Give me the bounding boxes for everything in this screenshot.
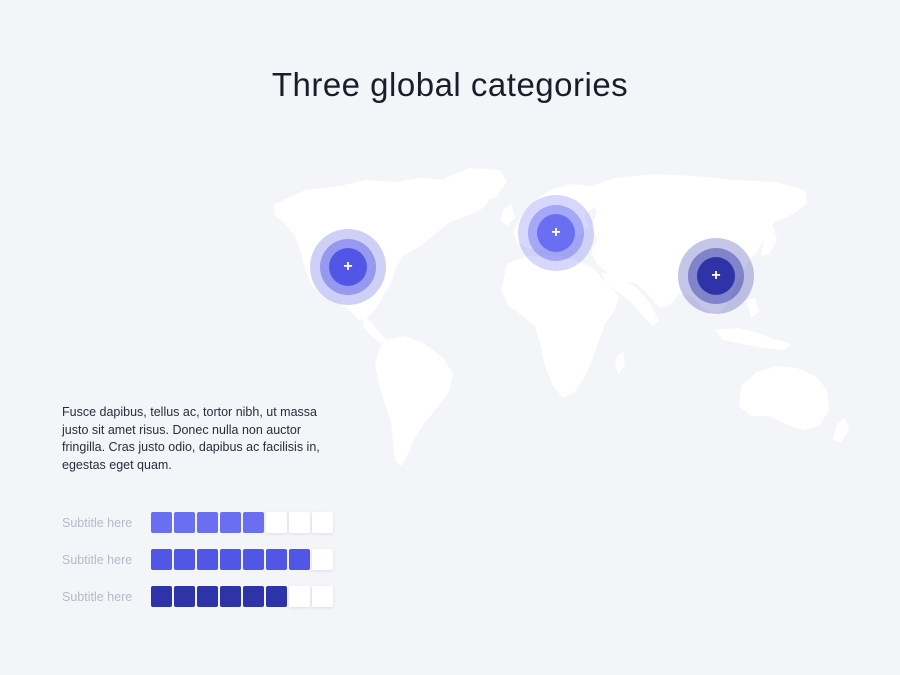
rating-cells xyxy=(151,512,333,533)
north-america-marker[interactable]: + xyxy=(310,229,386,305)
rating-cell-filled xyxy=(220,512,241,533)
rating-cell-filled xyxy=(220,549,241,570)
rating-cell-filled xyxy=(151,586,172,607)
rating-cell-empty xyxy=(312,512,333,533)
rating-cell-empty xyxy=(312,549,333,570)
rating-cell-filled xyxy=(174,512,195,533)
rating-row: Subtitle here xyxy=(62,511,333,534)
plus-icon: + xyxy=(697,257,735,295)
rating-cell-empty xyxy=(289,512,310,533)
madagascar-shape xyxy=(615,352,625,374)
australia-shape xyxy=(739,366,829,430)
south-america-shape xyxy=(375,336,453,466)
rating-cell-filled xyxy=(151,512,172,533)
row-label: Subtitle here xyxy=(62,589,133,604)
rating-cell-filled xyxy=(243,549,264,570)
plus-icon: + xyxy=(537,214,575,252)
uk-shape xyxy=(501,204,515,226)
rating-cell-empty xyxy=(289,586,310,607)
rating-cell-empty xyxy=(266,512,287,533)
rating-cell-filled xyxy=(243,512,264,533)
rating-cells xyxy=(151,586,333,607)
row-label: Subtitle here xyxy=(62,515,133,530)
rating-cell-filled xyxy=(266,586,287,607)
rating-cell-filled xyxy=(266,549,287,570)
central-america-shape xyxy=(363,316,387,344)
europe-marker[interactable]: + xyxy=(518,195,594,271)
rating-row: Subtitle here xyxy=(62,585,333,608)
page-title: Three global categories xyxy=(271,66,629,103)
rating-cell-filled xyxy=(289,549,310,570)
new-zealand-shape xyxy=(833,418,849,442)
rating-cell-filled xyxy=(197,512,218,533)
africa-shape xyxy=(501,256,619,398)
asia-marker[interactable]: + xyxy=(678,238,754,314)
rating-cell-filled xyxy=(243,586,264,607)
plus-icon: + xyxy=(329,248,367,286)
indonesia-shape xyxy=(715,328,791,350)
north-america-shape xyxy=(273,178,495,320)
philippines-shape xyxy=(747,298,759,318)
rating-cell-filled xyxy=(151,549,172,570)
description-text: Fusce dapibus, tellus ac, tortor nibh, u… xyxy=(62,405,320,472)
rating-cell-filled xyxy=(174,586,195,607)
rating-row: Subtitle here xyxy=(62,548,333,571)
rating-cell-empty xyxy=(312,586,333,607)
rating-cell-filled xyxy=(197,586,218,607)
rating-rows: Subtitle here Subtitle here Subtitle her… xyxy=(62,511,333,622)
rating-cell-filled xyxy=(174,549,195,570)
rating-cell-filled xyxy=(197,549,218,570)
row-label: Subtitle here xyxy=(62,552,133,567)
rating-cells xyxy=(151,549,333,570)
rating-cell-filled xyxy=(220,586,241,607)
